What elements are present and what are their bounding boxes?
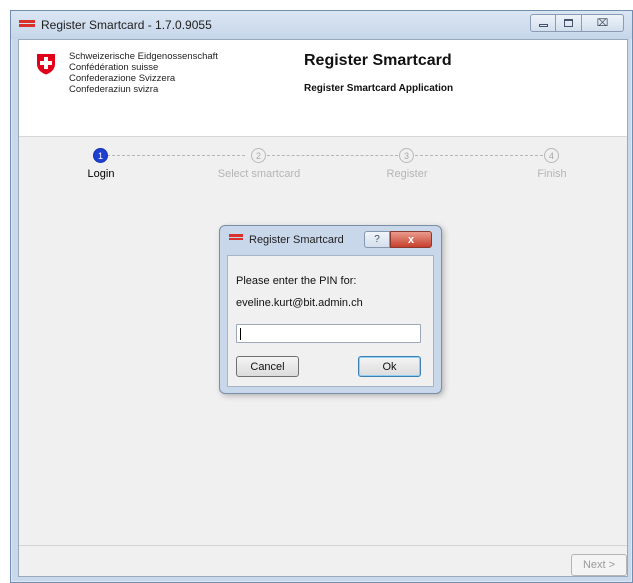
pin-input[interactable] (236, 324, 421, 343)
confederation-line-de: Schweizerische Eidgenossenschaft (69, 51, 218, 62)
ok-button[interactable]: Ok (358, 356, 421, 377)
confederation-line-it: Confederazione Svizzera (69, 73, 176, 84)
close-icon: x (407, 233, 415, 246)
dialog-title: Register Smartcard (249, 234, 344, 246)
cancel-button[interactable]: Cancel (236, 356, 299, 377)
step-2-indicator: 2 (251, 148, 266, 163)
help-icon: ? (374, 234, 380, 245)
step-4-label: Finish (537, 168, 567, 180)
step-3-indicator: 3 (399, 148, 414, 163)
dialog-body: Please enter the PIN for: eveline.kurt@b… (227, 255, 434, 387)
next-button[interactable]: Next > (571, 554, 627, 576)
app-flag-icon (19, 20, 35, 31)
step-1-label: Login (87, 168, 115, 180)
pin-prompt: Please enter the PIN for: (236, 275, 357, 287)
close-window-button[interactable]: ⌧ (582, 14, 624, 32)
step-1-indicator: 1 (93, 148, 108, 163)
help-button[interactable]: ? (364, 231, 390, 248)
dialog-close-button[interactable]: x (390, 231, 432, 248)
swiss-cross-shield-icon (37, 54, 55, 75)
step-2-label: Select smartcard (217, 168, 301, 180)
close-icon: ⌧ (596, 17, 609, 29)
maximize-button[interactable] (556, 14, 582, 32)
title-bar[interactable]: Register Smartcard - 1.7.0.9055 ⌧ (11, 11, 632, 39)
confederation-line-rm: Confederaziun svizra (69, 84, 159, 95)
account-email: eveline.kurt@bit.admin.ch (236, 297, 363, 309)
step-connector (107, 155, 245, 156)
page-subtitle: Register Smartcard Application (304, 83, 454, 94)
minimize-button[interactable] (530, 14, 556, 32)
step-connector (415, 155, 543, 156)
text-caret (240, 328, 241, 340)
footer-divider (19, 545, 627, 546)
confederation-label: Schweizerische Eidgenossenschaft Confédé… (69, 51, 218, 95)
confederation-line-fr: Confédération suisse (69, 62, 159, 73)
minimize-icon (538, 24, 548, 27)
window-controls: ⌧ (530, 14, 624, 32)
step-3-label: Register (386, 168, 428, 180)
step-4-indicator: 4 (544, 148, 559, 163)
app-window: Register Smartcard - 1.7.0.9055 ⌧ Schwei… (10, 10, 633, 583)
step-connector (267, 155, 398, 156)
maximize-icon (564, 19, 573, 27)
pin-dialog: Register Smartcard ? x Please enter the … (219, 225, 442, 394)
page-title: Register Smartcard (304, 52, 452, 69)
wizard-stepper: 1 2 3 4 Login Select smartcard Register … (19, 148, 627, 188)
dialog-title-bar[interactable]: Register Smartcard ? x (220, 226, 441, 250)
dialog-flag-icon (229, 234, 243, 244)
window-title: Register Smartcard - 1.7.0.9055 (41, 18, 212, 32)
app-header: Schweizerische Eidgenossenschaft Confédé… (19, 40, 627, 137)
